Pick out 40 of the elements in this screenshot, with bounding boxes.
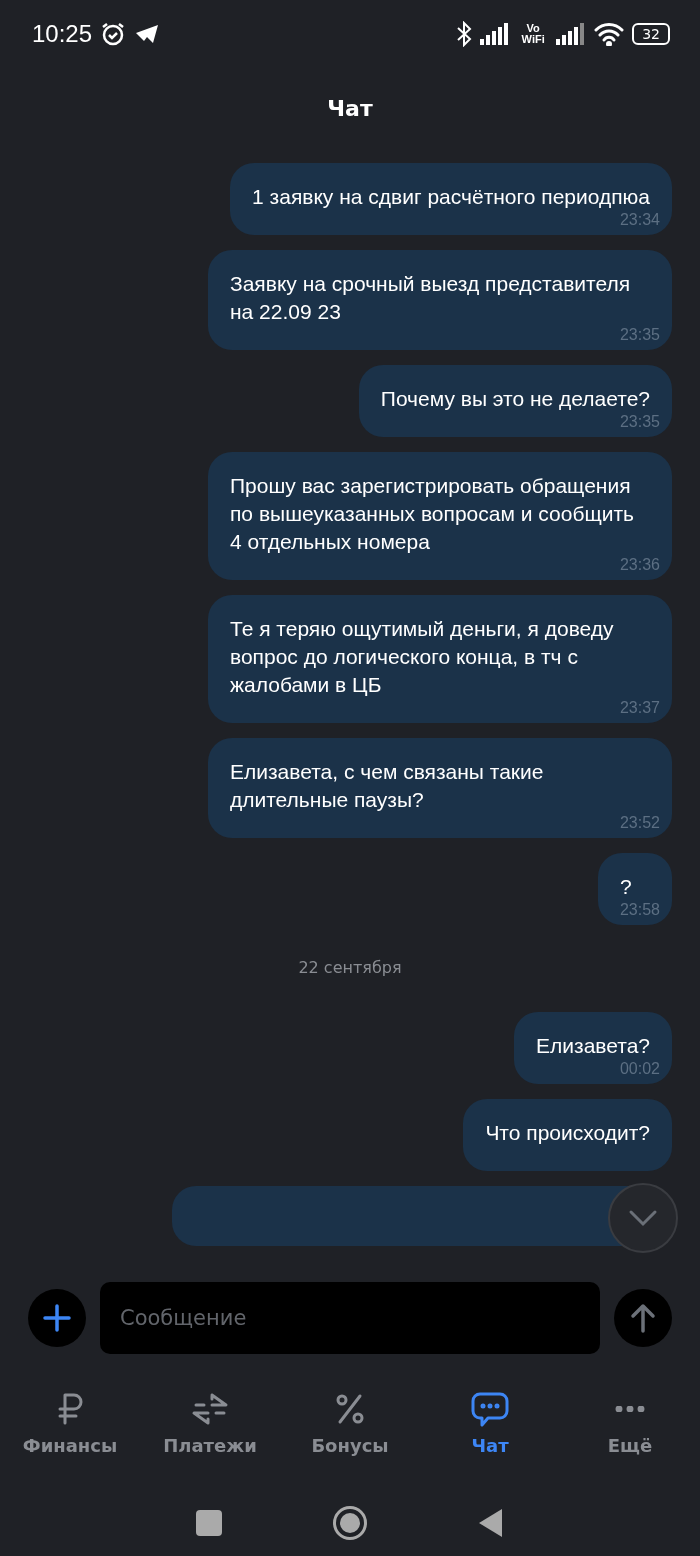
message-text: Почему вы это не делаете? bbox=[380, 386, 650, 412]
signal-icon bbox=[556, 23, 587, 45]
bluetooth-icon bbox=[456, 21, 473, 47]
message-time: 23:36 bbox=[619, 556, 660, 574]
message-text: Что происходит? bbox=[485, 1120, 650, 1146]
circle-icon bbox=[332, 1505, 368, 1541]
message-time: 23:35 bbox=[619, 413, 660, 431]
battery-level: 32 bbox=[632, 23, 670, 45]
nav-tab[interactable]: Платежи bbox=[140, 1389, 280, 1479]
back-button[interactable] bbox=[478, 1508, 504, 1538]
nav-tab[interactable]: Финансы bbox=[0, 1389, 140, 1479]
plus-icon bbox=[43, 1304, 71, 1332]
home-button[interactable] bbox=[332, 1505, 368, 1541]
message-time: 23:35 bbox=[619, 326, 660, 344]
square-icon bbox=[196, 1510, 222, 1536]
triangle-icon bbox=[478, 1508, 504, 1538]
message-text: Елизавета? bbox=[536, 1033, 650, 1059]
message-time: 23:52 bbox=[619, 814, 660, 832]
nav-tab[interactable]: Бонусы bbox=[280, 1389, 420, 1479]
signal-icon bbox=[480, 23, 511, 45]
message-input[interactable]: Сообщение bbox=[100, 1282, 600, 1354]
nav-tab[interactable]: Чат bbox=[420, 1389, 560, 1479]
vowifi-label: Vo WiFi bbox=[520, 23, 546, 45]
status-time: 10:25 bbox=[32, 20, 93, 48]
message-text: Елизавета, с чем связаны такие длительные паузы? bbox=[230, 759, 545, 813]
message-time: 23:58 bbox=[619, 901, 660, 919]
message-time: 23:34 bbox=[619, 211, 660, 229]
wifi-icon bbox=[594, 22, 625, 46]
message-time: 23:37 bbox=[619, 699, 660, 717]
message-text: Заявку на срочный выезд представителя на 22.09 23 bbox=[230, 271, 632, 325]
message-text: Те я теряю ощутимый деньги, я доведу вопрос до логического конца, в тч с жалобами в ЦБ bbox=[230, 616, 615, 698]
message-text: ? bbox=[619, 874, 633, 900]
nav-tab[interactable]: Ещё bbox=[560, 1389, 700, 1479]
arrow-up-icon bbox=[630, 1303, 656, 1333]
chevron-down-icon bbox=[628, 1209, 658, 1227]
message-time: 00:02 bbox=[619, 1060, 660, 1078]
message-text: Прошу вас зарегистрировать обращения по вышеуказанных вопросам и сообщить 4 отдельных номера bbox=[230, 473, 635, 555]
chat-title: Чат bbox=[326, 95, 374, 123]
date-divider: 22 сентября bbox=[298, 958, 402, 977]
message-text: 1 заявку на сдвиг расчётного периодпюа bbox=[252, 184, 650, 210]
